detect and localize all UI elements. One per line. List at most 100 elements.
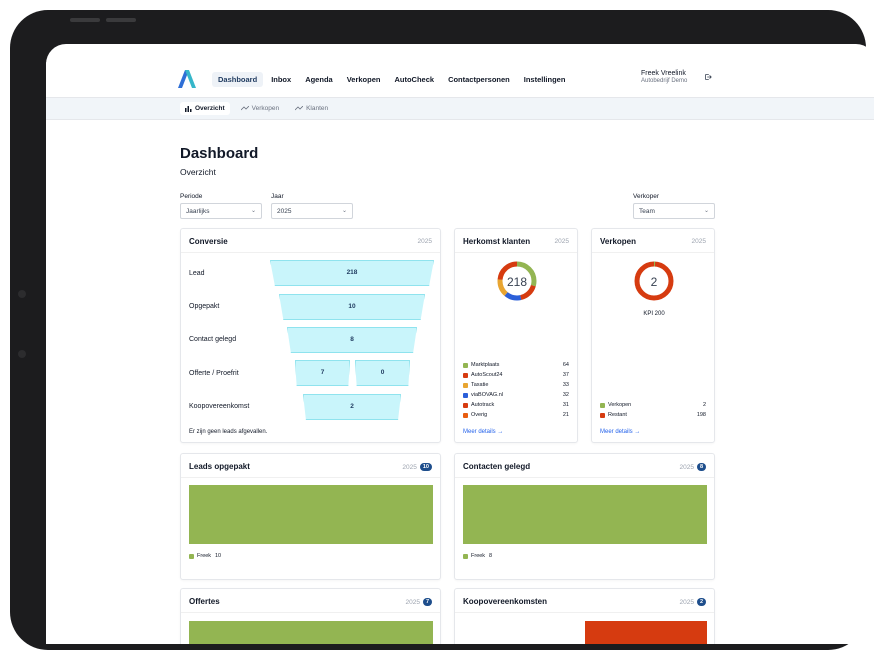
chevron-down-icon: ⌄ (250, 208, 256, 214)
legend-value: 8 (489, 553, 493, 559)
contacten-gelegd-year-text: 2025 (679, 463, 694, 471)
subnav-klanten-label: Klanten (306, 105, 329, 112)
legend-dot (463, 393, 468, 398)
legend-name: Overig (471, 412, 488, 418)
legend-value: 198 (696, 412, 706, 418)
funnel-bar-proefrit[interactable]: 0 (355, 360, 410, 386)
verkopen-year-text: 2025 (691, 238, 706, 245)
chevron-down-icon: ⌄ (341, 208, 347, 214)
nav-inbox[interactable]: Inbox (265, 72, 297, 87)
herkomst-year: 2025 (555, 238, 569, 245)
verkoper-select[interactable]: Team ⌄ (633, 203, 715, 219)
leads-opgepakt-title: Leads opgepakt (189, 462, 250, 471)
chart-bar-freek[interactable] (463, 485, 707, 544)
subnav-klanten[interactable]: Klanten (290, 102, 333, 115)
nav-verkopen[interactable]: Verkopen (341, 72, 387, 87)
legend-dot (463, 373, 468, 378)
page-subtitle: Overzicht (180, 167, 216, 177)
card-divider (592, 252, 714, 253)
offertes-year-text: 2025 (405, 598, 420, 606)
leads-opgepakt-year: 2025 10 (402, 463, 432, 471)
page-title: Dashboard (180, 145, 259, 162)
contacten-gelegd-badge: 8 (696, 463, 706, 471)
card-divider (455, 252, 577, 253)
funnel-bar-koop[interactable]: 2 (303, 394, 401, 420)
offertes-badge: 7 (422, 598, 432, 606)
conversie-card: Conversie 2025 Lead 218 Opgepakt 10 Cont… (180, 228, 441, 443)
contacten-gelegd-title: Contacten gelegd (463, 462, 531, 471)
nav-instellingen[interactable]: Instellingen (518, 72, 572, 87)
subnav-overzicht[interactable]: Overzicht (180, 102, 230, 115)
logout-icon[interactable] (704, 73, 712, 81)
subnav-overzicht-label: Overzicht (195, 105, 225, 112)
legend-dot (463, 554, 468, 559)
funnel-bar-offerte[interactable]: 7 (295, 360, 350, 386)
verkopen-more-link[interactable]: Meer details → (600, 429, 640, 435)
user-info[interactable]: Freek Vreelink Autobedrijf Demo (641, 70, 687, 84)
legend-name: Restant (608, 412, 627, 418)
verkopen-kpi: KPI 200 (643, 311, 665, 317)
app-logo-icon[interactable] (176, 68, 198, 90)
conversie-year-text: 2025 (417, 238, 432, 245)
chart-bar-freek[interactable] (189, 485, 433, 544)
legend-name: AutoScout24 (471, 372, 503, 378)
periode-value: Jaarlijks (186, 208, 210, 215)
nav-contactpersonen[interactable]: Contactpersonen (442, 72, 516, 87)
legend-name: Marktplaats (471, 362, 500, 368)
legend-dot (463, 413, 468, 418)
jaar-value: 2025 (277, 208, 292, 215)
verkopen-year: 2025 (692, 238, 706, 245)
bar-legend: Freek 8 (463, 553, 543, 561)
leads-opgepakt-card: Leads opgepakt 2025 10 Freek 10 (180, 453, 441, 580)
subnav-verkopen[interactable]: Verkopen (236, 102, 284, 115)
koopovereenkomsten-year-text: 2025 (679, 598, 694, 606)
user-name: Freek Vreelink (641, 70, 686, 77)
funnel-bar-lead[interactable]: 218 (270, 260, 434, 286)
card-divider (455, 612, 714, 613)
legend-value: 64 (562, 362, 569, 368)
bar-chart-icon (185, 105, 192, 112)
legend-value: 21 (562, 412, 569, 418)
chevron-down-icon: ⌄ (703, 208, 709, 214)
legend-row: AutoScout24 37 (463, 372, 569, 380)
funnel-bar-contact[interactable]: 8 (287, 327, 417, 353)
funnel-bar-opgepakt[interactable]: 10 (279, 294, 425, 320)
conversie-year: 2025 (418, 238, 432, 245)
legend-value: 2 (702, 402, 706, 408)
herkomst-more-link[interactable]: Meer details → (463, 429, 503, 435)
koopovereenkomsten-year: 2025 2 (679, 598, 706, 606)
tablet-camera (18, 290, 26, 298)
offertes-card: Offertes 2025 7 (180, 588, 441, 644)
tablet-sensor (18, 350, 26, 358)
nav-dashboard[interactable]: Dashboard (212, 72, 264, 87)
tablet-volume-button (70, 18, 100, 22)
leads-opgepakt-year-text: 2025 (402, 463, 417, 471)
periode-select[interactable]: Jaarlijks ⌄ (180, 203, 262, 219)
card-divider (181, 252, 440, 253)
nav-autocheck[interactable]: AutoCheck (388, 72, 440, 87)
nav-agenda[interactable]: Agenda (299, 72, 339, 87)
legend-dot (463, 403, 468, 408)
legend-name: Freek (197, 553, 212, 559)
legend-row: Overig 21 (463, 412, 569, 420)
verkoper-label: Verkoper (633, 193, 660, 200)
legend-row: Taxatie 33 (463, 382, 569, 390)
tablet-frame: Dashboard Inbox Agenda Verkopen AutoChec… (10, 10, 874, 650)
chart-bar-freek[interactable] (585, 621, 707, 644)
line-chart-icon (240, 106, 249, 111)
funnel-label-opgepakt: Opgepakt (189, 303, 220, 310)
card-divider (181, 612, 440, 613)
bar-legend: Freek 10 (189, 553, 269, 561)
chart-bar-freek[interactable] (189, 621, 433, 644)
funnel-label-koop: Koopovereenkomst (189, 403, 250, 410)
koopovereenkomsten-title: Koopovereenkomsten (463, 597, 548, 606)
legend-row: Verkopen 2 (600, 402, 706, 410)
jaar-label: Jaar (271, 193, 284, 200)
jaar-select[interactable]: 2025 ⌄ (271, 203, 353, 219)
screen: Dashboard Inbox Agenda Verkopen AutoChec… (46, 44, 874, 644)
funnel-label-lead: Lead (189, 270, 205, 277)
card-divider (455, 477, 714, 478)
user-organization: Autobedrijf Demo (641, 78, 688, 84)
leads-opgepakt-badge: 10 (419, 463, 432, 471)
herkomst-title: Herkomst klanten (463, 237, 531, 246)
